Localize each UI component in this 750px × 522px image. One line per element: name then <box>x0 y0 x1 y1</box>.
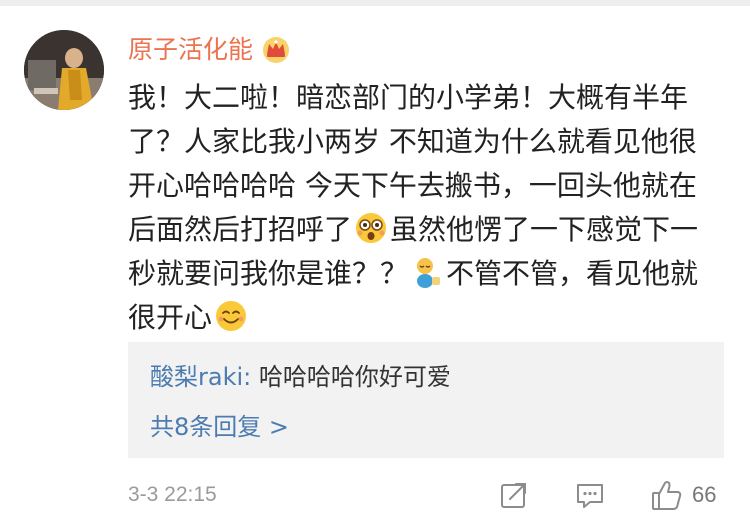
crown-icon <box>261 34 291 64</box>
avatar-image <box>24 30 104 110</box>
like-button[interactable]: 66 <box>650 478 716 512</box>
reply-author[interactable]: 酸梨raki: <box>150 363 251 391</box>
view-all-replies-link[interactable]: 共8条回复 > <box>150 410 289 444</box>
comment-button[interactable] <box>574 478 606 512</box>
reply-text: 哈哈哈哈你好可爱 <box>251 363 451 391</box>
comment-icon <box>574 479 606 511</box>
share-icon <box>498 479 530 511</box>
avatar[interactable] <box>24 30 104 110</box>
wow-face-emoji <box>354 211 388 245</box>
timestamp: 3-3 22:15 <box>128 483 217 506</box>
smile-emoji <box>214 299 248 333</box>
share-button[interactable] <box>498 478 530 512</box>
thumbs-up-icon <box>650 478 684 512</box>
username-row: 原子活化能 <box>128 28 291 70</box>
username[interactable]: 原子活化能 <box>128 37 253 62</box>
top-divider <box>0 0 750 6</box>
like-count: 66 <box>692 482 717 507</box>
comment-text: 我！大二啦！暗恋部门的小学弟！大概有半年了？人家比我小两岁 不知道为什么就看见他… <box>128 76 718 340</box>
baby-emoji <box>410 255 444 289</box>
reply-box[interactable]: 酸梨raki: 哈哈哈哈你好可爱 共8条回复 > <box>128 342 724 458</box>
reply-item: 酸梨raki: 哈哈哈哈你好可爱 <box>150 360 451 394</box>
